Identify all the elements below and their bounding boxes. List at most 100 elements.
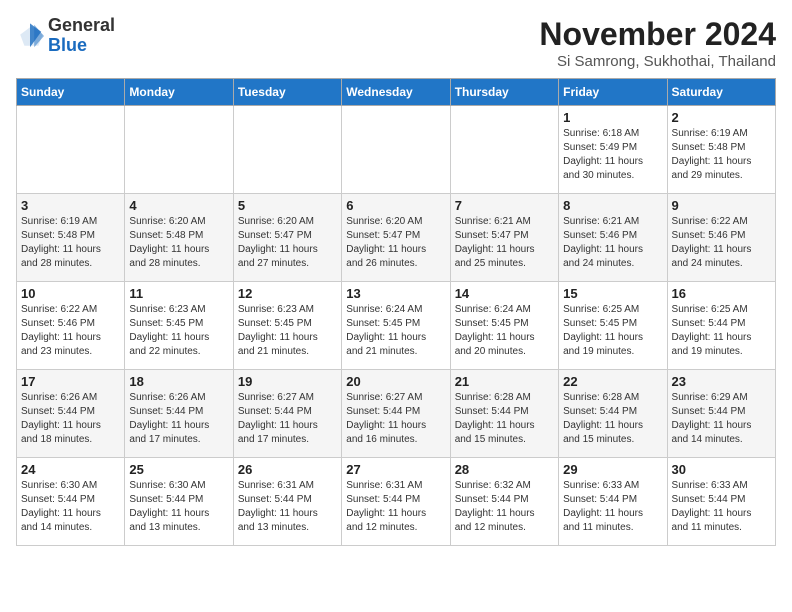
day-number: 19 [238, 374, 337, 389]
calendar-week-row: 1 Sunrise: 6:18 AM Sunset: 5:49 PM Daylig… [17, 106, 776, 194]
logo: General Blue [16, 16, 115, 56]
day-number: 16 [672, 286, 771, 301]
day-info: Sunrise: 6:21 AM Sunset: 5:46 PM Dayligh… [563, 215, 662, 271]
day-number: 5 [238, 198, 337, 213]
day-info: Sunrise: 6:33 AM Sunset: 5:44 PM Dayligh… [672, 479, 771, 535]
day-info: Sunrise: 6:23 AM Sunset: 5:45 PM Dayligh… [238, 303, 337, 359]
page-header: General Blue November 2024 Si Samrong, S… [16, 16, 776, 70]
day-info: Sunrise: 6:20 AM Sunset: 5:47 PM Dayligh… [346, 215, 445, 271]
day-info: Sunrise: 6:33 AM Sunset: 5:44 PM Dayligh… [563, 479, 662, 535]
calendar-cell: 17Sunrise: 6:26 AM Sunset: 5:44 PM Dayli… [17, 370, 125, 458]
weekday-header-cell: Sunday [17, 79, 125, 106]
calendar-cell: 24 Sunrise: 6:30 AM Sunset: 5:44 PM Dayli… [17, 458, 125, 546]
day-info: Sunrise: 6:24 AM Sunset: 5:45 PM Dayligh… [346, 303, 445, 359]
day-info: Sunrise: 6:30 AM Sunset: 5:44 PM Dayligh… [129, 479, 228, 535]
calendar-cell: 9Sunrise: 6:22 AM Sunset: 5:46 PM Daylig… [667, 194, 775, 282]
day-number: 13 [346, 286, 445, 301]
calendar-cell: 21Sunrise: 6:28 AM Sunset: 5:44 PM Dayli… [450, 370, 558, 458]
calendar-cell: 4Sunrise: 6:20 AM Sunset: 5:48 PM Daylig… [125, 194, 233, 282]
day-number: 3 [21, 198, 120, 213]
day-number: 25 [129, 462, 228, 477]
calendar-cell [233, 106, 341, 194]
calendar-week-row: 17Sunrise: 6:26 AM Sunset: 5:44 PM Dayli… [17, 370, 776, 458]
day-number: 8 [563, 198, 662, 213]
weekday-header-cell: Friday [559, 79, 667, 106]
calendar-cell [342, 106, 450, 194]
calendar-week-row: 3Sunrise: 6:19 AM Sunset: 5:48 PM Daylig… [17, 194, 776, 282]
day-info: Sunrise: 6:23 AM Sunset: 5:45 PM Dayligh… [129, 303, 228, 359]
day-info: Sunrise: 6:25 AM Sunset: 5:45 PM Dayligh… [563, 303, 662, 359]
weekday-header-cell: Wednesday [342, 79, 450, 106]
day-info: Sunrise: 6:25 AM Sunset: 5:44 PM Dayligh… [672, 303, 771, 359]
calendar-cell: 1 Sunrise: 6:18 AM Sunset: 5:49 PM Daylig… [559, 106, 667, 194]
calendar-cell: 10 Sunrise: 6:22 AM Sunset: 5:46 PM Dayli… [17, 282, 125, 370]
day-info: Sunrise: 6:28 AM Sunset: 5:44 PM Dayligh… [563, 391, 662, 447]
day-info: Sunrise: 6:21 AM Sunset: 5:47 PM Dayligh… [455, 215, 554, 271]
day-info: Sunrise: 6:26 AM Sunset: 5:44 PM Dayligh… [21, 391, 120, 447]
calendar-body: 1 Sunrise: 6:18 AM Sunset: 5:49 PM Daylig… [17, 106, 776, 546]
day-number: 28 [455, 462, 554, 477]
day-info: Sunrise: 6:28 AM Sunset: 5:44 PM Dayligh… [455, 391, 554, 447]
day-info: Sunrise: 6:24 AM Sunset: 5:45 PM Dayligh… [455, 303, 554, 359]
calendar-cell: 15Sunrise: 6:25 AM Sunset: 5:45 PM Dayli… [559, 282, 667, 370]
day-number: 26 [238, 462, 337, 477]
calendar-cell: 12Sunrise: 6:23 AM Sunset: 5:45 PM Dayli… [233, 282, 341, 370]
day-info: Sunrise: 6:27 AM Sunset: 5:44 PM Dayligh… [238, 391, 337, 447]
calendar-cell: 28 Sunrise: 6:32 AM Sunset: 5:44 PM Dayli… [450, 458, 558, 546]
calendar-cell: 16 Sunrise: 6:25 AM Sunset: 5:44 PM Dayli… [667, 282, 775, 370]
calendar-cell: 5 Sunrise: 6:20 AM Sunset: 5:47 PM Daylig… [233, 194, 341, 282]
day-number: 30 [672, 462, 771, 477]
calendar-cell: 7 Sunrise: 6:21 AM Sunset: 5:47 PM Daylig… [450, 194, 558, 282]
calendar-cell: 26 Sunrise: 6:31 AM Sunset: 5:44 PM Dayli… [233, 458, 341, 546]
calendar-table: SundayMondayTuesdayWednesdayThursdayFrid… [16, 78, 776, 546]
calendar-cell: 6Sunrise: 6:20 AM Sunset: 5:47 PM Daylig… [342, 194, 450, 282]
day-info: Sunrise: 6:29 AM Sunset: 5:44 PM Dayligh… [672, 391, 771, 447]
calendar-cell: 3Sunrise: 6:19 AM Sunset: 5:48 PM Daylig… [17, 194, 125, 282]
day-info: Sunrise: 6:20 AM Sunset: 5:48 PM Dayligh… [129, 215, 228, 271]
calendar-cell: 30 Sunrise: 6:33 AM Sunset: 5:44 PM Dayli… [667, 458, 775, 546]
calendar-cell: 23 Sunrise: 6:29 AM Sunset: 5:44 PM Dayli… [667, 370, 775, 458]
logo-text: General Blue [48, 16, 115, 56]
location-title: Si Samrong, Sukhothai, Thailand [539, 53, 776, 70]
day-number: 29 [563, 462, 662, 477]
day-number: 9 [672, 198, 771, 213]
calendar-cell [125, 106, 233, 194]
calendar-cell: 29 Sunrise: 6:33 AM Sunset: 5:44 PM Dayli… [559, 458, 667, 546]
calendar-cell: 8 Sunrise: 6:21 AM Sunset: 5:46 PM Daylig… [559, 194, 667, 282]
day-info: Sunrise: 6:31 AM Sunset: 5:44 PM Dayligh… [346, 479, 445, 535]
day-number: 24 [21, 462, 120, 477]
day-info: Sunrise: 6:22 AM Sunset: 5:46 PM Dayligh… [21, 303, 120, 359]
calendar-cell: 11 Sunrise: 6:23 AM Sunset: 5:45 PM Dayli… [125, 282, 233, 370]
calendar-cell: 14 Sunrise: 6:24 AM Sunset: 5:45 PM Dayli… [450, 282, 558, 370]
calendar-week-row: 10 Sunrise: 6:22 AM Sunset: 5:46 PM Dayli… [17, 282, 776, 370]
day-number: 18 [129, 374, 228, 389]
calendar-cell: 22Sunrise: 6:28 AM Sunset: 5:44 PM Dayli… [559, 370, 667, 458]
calendar-cell: 27 Sunrise: 6:31 AM Sunset: 5:44 PM Dayli… [342, 458, 450, 546]
day-number: 23 [672, 374, 771, 389]
day-info: Sunrise: 6:20 AM Sunset: 5:47 PM Dayligh… [238, 215, 337, 271]
logo-icon [16, 22, 44, 50]
day-number: 2 [672, 110, 771, 125]
day-info: Sunrise: 6:18 AM Sunset: 5:49 PM Dayligh… [563, 127, 662, 183]
day-number: 14 [455, 286, 554, 301]
calendar-cell [17, 106, 125, 194]
day-number: 11 [129, 286, 228, 301]
calendar-cell: 25 Sunrise: 6:30 AM Sunset: 5:44 PM Dayli… [125, 458, 233, 546]
day-info: Sunrise: 6:31 AM Sunset: 5:44 PM Dayligh… [238, 479, 337, 535]
day-number: 10 [21, 286, 120, 301]
day-number: 7 [455, 198, 554, 213]
weekday-header-row: SundayMondayTuesdayWednesdayThursdayFrid… [17, 79, 776, 106]
calendar-cell: 20 Sunrise: 6:27 AM Sunset: 5:44 PM Dayli… [342, 370, 450, 458]
day-info: Sunrise: 6:32 AM Sunset: 5:44 PM Dayligh… [455, 479, 554, 535]
day-info: Sunrise: 6:30 AM Sunset: 5:44 PM Dayligh… [21, 479, 120, 535]
weekday-header-cell: Tuesday [233, 79, 341, 106]
day-info: Sunrise: 6:27 AM Sunset: 5:44 PM Dayligh… [346, 391, 445, 447]
day-number: 1 [563, 110, 662, 125]
day-number: 27 [346, 462, 445, 477]
calendar-cell: 18Sunrise: 6:26 AM Sunset: 5:44 PM Dayli… [125, 370, 233, 458]
day-info: Sunrise: 6:19 AM Sunset: 5:48 PM Dayligh… [672, 127, 771, 183]
day-number: 20 [346, 374, 445, 389]
logo-blue: Blue [48, 36, 115, 56]
title-block: November 2024 Si Samrong, Sukhothai, Tha… [539, 16, 776, 70]
logo-general: General [48, 16, 115, 36]
